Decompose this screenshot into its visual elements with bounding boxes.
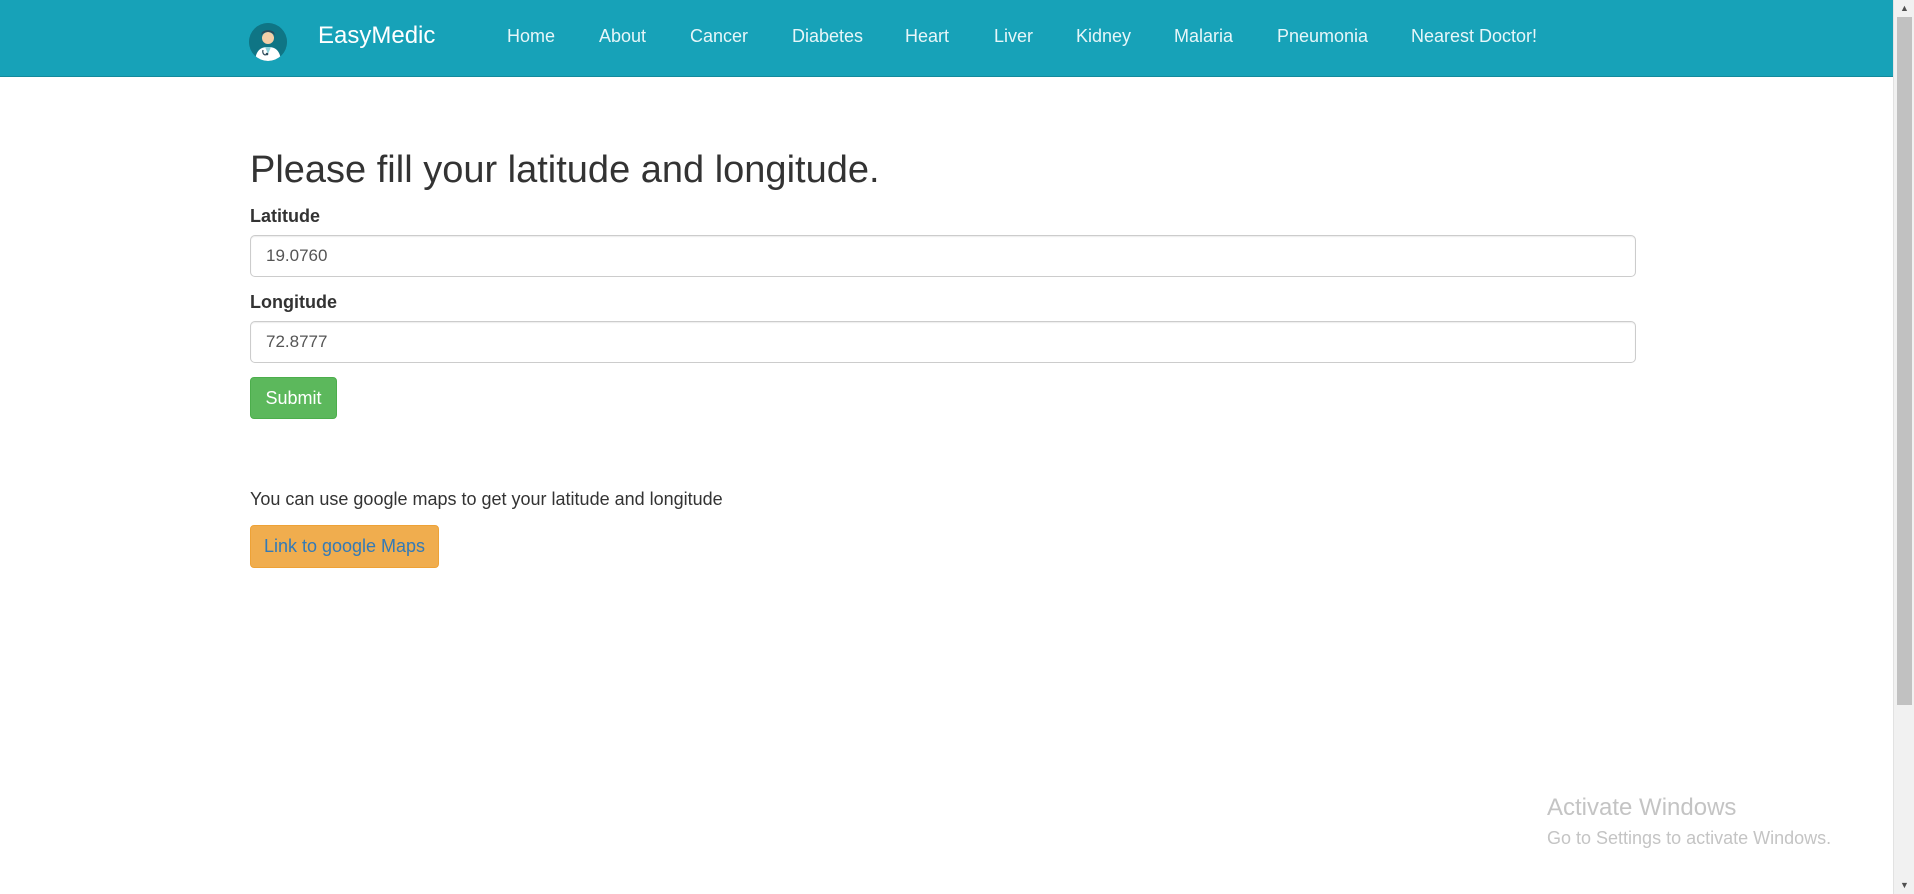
page: EasyMedic Home About Cancer Diabetes Hea… xyxy=(0,0,1893,894)
nav-link-diabetes[interactable]: Diabetes xyxy=(792,25,863,47)
nav-link-malaria[interactable]: Malaria xyxy=(1174,25,1233,47)
doctor-avatar-icon[interactable] xyxy=(249,23,287,61)
scroll-down-arrow-icon[interactable]: ▼ xyxy=(1894,877,1914,894)
nav-link-nearest-doctor[interactable]: Nearest Doctor! xyxy=(1411,25,1537,47)
google-maps-link-button[interactable]: Link to google Maps xyxy=(250,525,439,568)
navbar: EasyMedic Home About Cancer Diabetes Hea… xyxy=(0,0,1893,77)
scroll-up-arrow-icon[interactable]: ▲ xyxy=(1894,0,1914,17)
nav-link-heart[interactable]: Heart xyxy=(905,25,949,47)
submit-button[interactable]: Submit xyxy=(250,377,337,419)
nav-link-about[interactable]: About xyxy=(599,25,646,47)
scrollbar-thumb[interactable] xyxy=(1897,17,1912,705)
activate-windows-subtitle: Go to Settings to activate Windows. xyxy=(1547,828,1832,848)
latitude-label: Latitude xyxy=(250,206,320,226)
activate-windows-title: Activate Windows xyxy=(1547,794,1737,821)
longitude-input[interactable] xyxy=(250,321,1636,363)
latitude-input[interactable] xyxy=(250,235,1636,277)
nav-link-liver[interactable]: Liver xyxy=(994,25,1033,47)
longitude-label: Longitude xyxy=(250,292,337,312)
page-title: Please fill your latitude and longitude. xyxy=(250,149,880,191)
nav-link-kidney[interactable]: Kidney xyxy=(1076,25,1131,47)
nav-link-pneumonia[interactable]: Pneumonia xyxy=(1277,25,1368,47)
vertical-scrollbar[interactable]: ▲ ▼ xyxy=(1893,0,1914,894)
maps-helper-text: You can use google maps to get your lati… xyxy=(250,489,723,509)
nav-link-home[interactable]: Home xyxy=(507,25,555,47)
brand-name[interactable]: EasyMedic xyxy=(318,22,435,50)
nav-link-cancer[interactable]: Cancer xyxy=(690,25,748,47)
